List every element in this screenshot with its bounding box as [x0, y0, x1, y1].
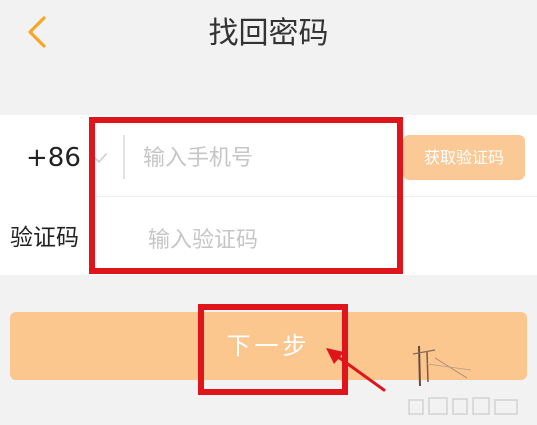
highlight-box-inputs: [89, 117, 403, 274]
watermark-icon: [408, 397, 518, 415]
code-label: 验证码: [10, 225, 79, 251]
page-title: 找回密码: [208, 16, 329, 51]
country-code-selector[interactable]: +86: [26, 141, 81, 175]
annotation-arrow-icon: [326, 348, 386, 392]
header: 找回密码: [0, 0, 537, 80]
decorative-sketch-icon: [412, 345, 472, 387]
get-code-button[interactable]: 获取验证码: [403, 135, 525, 180]
